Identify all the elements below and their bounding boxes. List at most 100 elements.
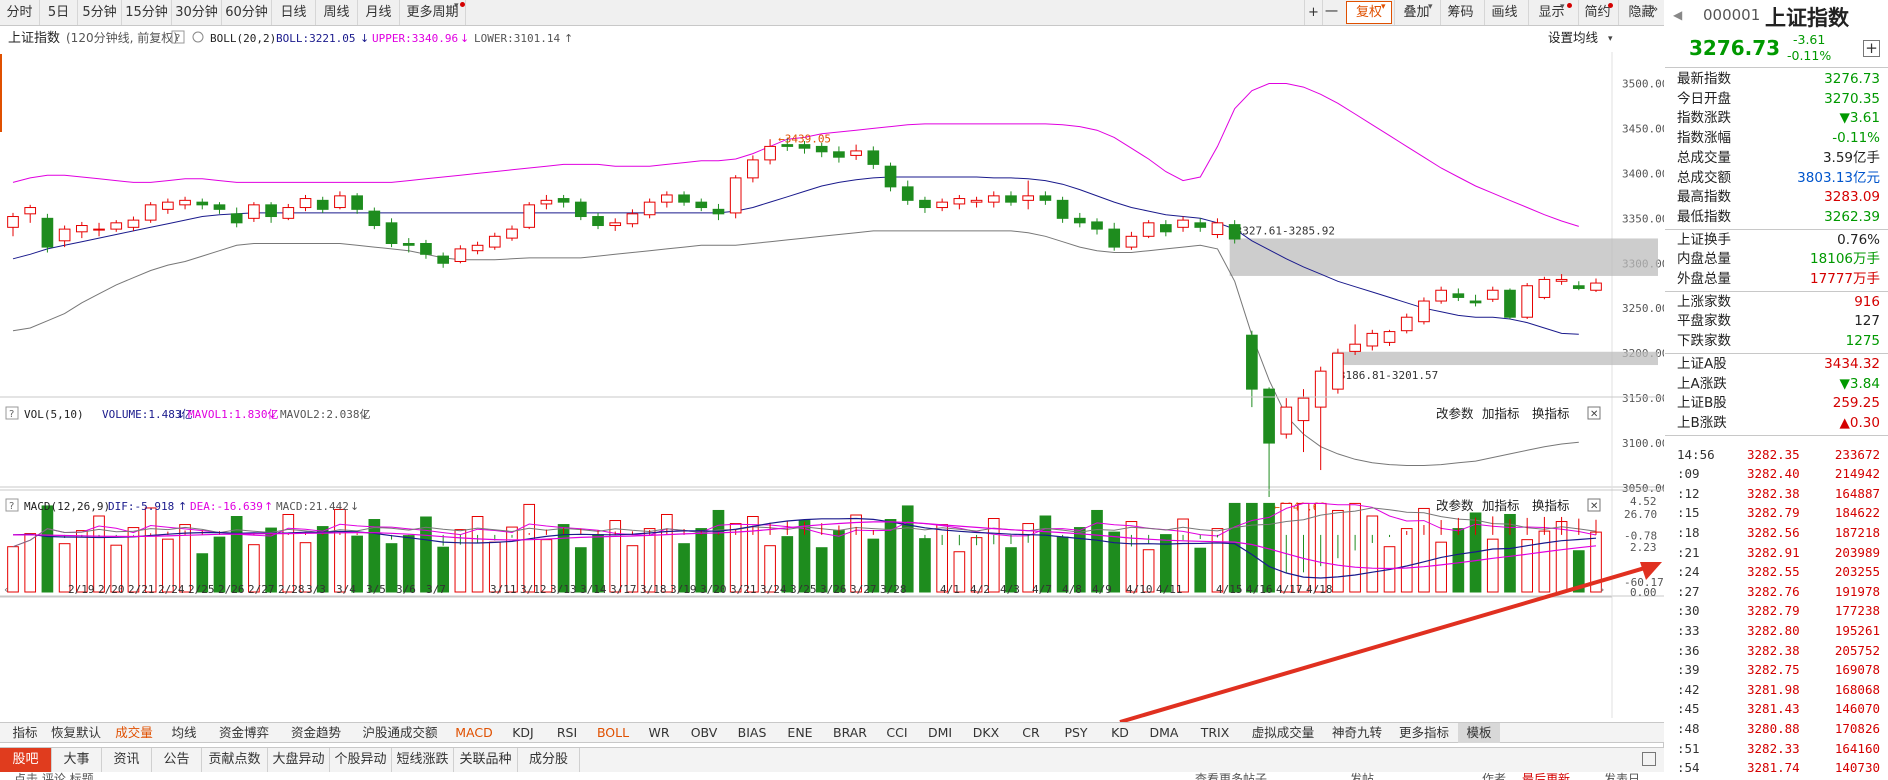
indicator-tab-25[interactable]: 神奇九转	[1324, 723, 1390, 743]
candlestick-chart[interactable]: 上证指数 (120分钟线, 前复权)? BOLL(20,2) BOLL:3221.05…	[0, 26, 1664, 722]
bottom-tab-7[interactable]: 短线涨跌	[392, 748, 454, 772]
bottom-tab-3[interactable]: 公告	[152, 748, 202, 772]
candle-body[interactable]	[1091, 221, 1103, 230]
candle-body[interactable]	[1297, 397, 1310, 422]
indicator-tab-14[interactable]: ENE	[776, 723, 824, 743]
indicator-tab-10[interactable]: BOLL	[588, 723, 638, 743]
indicator-tab-17[interactable]: DMI	[918, 723, 962, 743]
indicator-tab-13[interactable]: BIAS	[728, 723, 776, 743]
candle-body[interactable]	[368, 210, 381, 227]
vol-switch-indicator-button[interactable]: 换指标	[1532, 406, 1570, 421]
candle-body[interactable]	[1246, 334, 1258, 390]
candle-body[interactable]	[454, 248, 467, 262]
indicator-tab-8[interactable]: KDJ	[500, 723, 546, 743]
candle-body[interactable]	[437, 255, 449, 264]
candle-body[interactable]	[661, 194, 673, 203]
candle-body[interactable]	[144, 204, 157, 221]
candle-body[interactable]	[919, 199, 931, 209]
draw-button[interactable]: 画线	[1484, 0, 1524, 25]
period-5[interactable]: 60分钟	[222, 0, 272, 25]
candle-body[interactable]	[1366, 332, 1379, 347]
candle-body[interactable]	[58, 228, 71, 242]
macd-change-params-button[interactable]: 改参数	[1436, 498, 1474, 513]
candle-body[interactable]	[695, 201, 708, 209]
candle-body[interactable]	[334, 195, 346, 209]
candle-body[interactable]	[970, 199, 983, 203]
candle-body[interactable]	[265, 204, 277, 218]
candle-body[interactable]	[1400, 316, 1413, 332]
indicator-tab-1[interactable]: 恢复默认	[44, 723, 108, 743]
candle-body[interactable]	[351, 195, 363, 210]
bottom-tab-9[interactable]: 成分股	[518, 748, 580, 772]
candle-body[interactable]	[1194, 222, 1207, 228]
candle-body[interactable]	[1504, 289, 1516, 318]
candle-body[interactable]	[1418, 300, 1430, 323]
macd-add-indicator-button[interactable]: 加指标	[1482, 498, 1520, 513]
indicator-tab-6[interactable]: 沪股通成交额	[352, 723, 448, 743]
indicator-tab-20[interactable]: PSY	[1052, 723, 1100, 743]
vol-change-params-button[interactable]: 改参数	[1436, 406, 1474, 421]
last-update-column[interactable]: 最后更新	[1522, 772, 1570, 780]
candle-body[interactable]	[1555, 278, 1568, 282]
candle-body[interactable]	[901, 186, 914, 201]
candle-body[interactable]	[850, 150, 862, 156]
scroll-right-icon[interactable]: ›	[1600, 583, 1604, 596]
candle-body[interactable]	[402, 243, 415, 246]
candle-body[interactable]	[936, 201, 948, 209]
candle-body[interactable]	[1572, 285, 1585, 289]
candle-body[interactable]	[574, 201, 587, 218]
candle-body[interactable]	[1452, 293, 1465, 298]
candle-body[interactable]	[729, 177, 742, 214]
candle-body[interactable]	[815, 145, 828, 153]
indicator-tab-26[interactable]: 更多指标	[1390, 723, 1458, 743]
panel-toggle-icon[interactable]	[1642, 752, 1656, 766]
zoom-out-button[interactable]: 一	[1322, 0, 1340, 25]
candle-body[interactable]	[1125, 235, 1138, 248]
bottom-tab-0[interactable]: 股吧	[0, 748, 52, 772]
indicator-tab-11[interactable]: WR	[638, 723, 680, 743]
bottom-tab-2[interactable]: 资讯	[102, 748, 152, 772]
candle-body[interactable]	[1469, 300, 1482, 304]
candle-body[interactable]	[282, 207, 295, 219]
candle-body[interactable]	[127, 219, 140, 228]
candle-body[interactable]	[678, 194, 690, 203]
candle-body[interactable]	[1108, 228, 1121, 248]
candle-body[interactable]	[213, 204, 226, 210]
indicator-tab-2[interactable]: 成交量	[108, 723, 160, 743]
candle-body[interactable]	[316, 199, 329, 210]
candle-body[interactable]	[196, 201, 209, 206]
indicator-tab-0[interactable]: 指标	[6, 723, 44, 743]
candle-body[interactable]	[833, 151, 845, 158]
period-3[interactable]: 15分钟	[122, 0, 172, 25]
candle-body[interactable]	[420, 243, 432, 255]
indicator-tab-12[interactable]: OBV	[680, 723, 728, 743]
indicator-tab-24[interactable]: 虚拟成交量	[1242, 723, 1324, 743]
vol-add-indicator-button[interactable]: 加指标	[1482, 406, 1520, 421]
candle-body[interactable]	[1228, 224, 1241, 240]
candle-body[interactable]	[540, 199, 553, 205]
indicator-tab-4[interactable]: 资金博弈	[208, 723, 280, 743]
candle-body[interactable]	[747, 159, 759, 179]
candle-body[interactable]	[1056, 199, 1069, 219]
bottom-tab-1[interactable]: 大事	[52, 748, 102, 772]
period-6[interactable]: 日线	[272, 0, 316, 25]
candle-body[interactable]	[557, 198, 570, 203]
candle-body[interactable]	[1590, 282, 1602, 291]
indicator-tab-23[interactable]: TRIX	[1188, 723, 1242, 743]
candle-body[interactable]	[609, 222, 622, 227]
candle-body[interactable]	[1521, 285, 1534, 318]
indicator-tab-5[interactable]: 资金趋势	[280, 723, 352, 743]
candle-body[interactable]	[179, 199, 191, 206]
candle-body[interactable]	[1538, 278, 1551, 298]
bottom-tab-5[interactable]: 大盘异动	[268, 748, 330, 772]
ma-settings-button[interactable]: 设置均线	[1548, 30, 1599, 45]
candle-body[interactable]	[1177, 219, 1189, 228]
candle-body[interactable]	[1383, 331, 1396, 343]
indicator-tab-27[interactable]: 模板	[1458, 723, 1500, 743]
candle-body[interactable]	[7, 216, 19, 228]
candle-body[interactable]	[1073, 217, 1086, 224]
candle-body[interactable]	[471, 244, 484, 252]
period-7[interactable]: 周线	[316, 0, 358, 25]
indicator-tab-19[interactable]: CR	[1010, 723, 1052, 743]
candle-body[interactable]	[592, 216, 604, 227]
